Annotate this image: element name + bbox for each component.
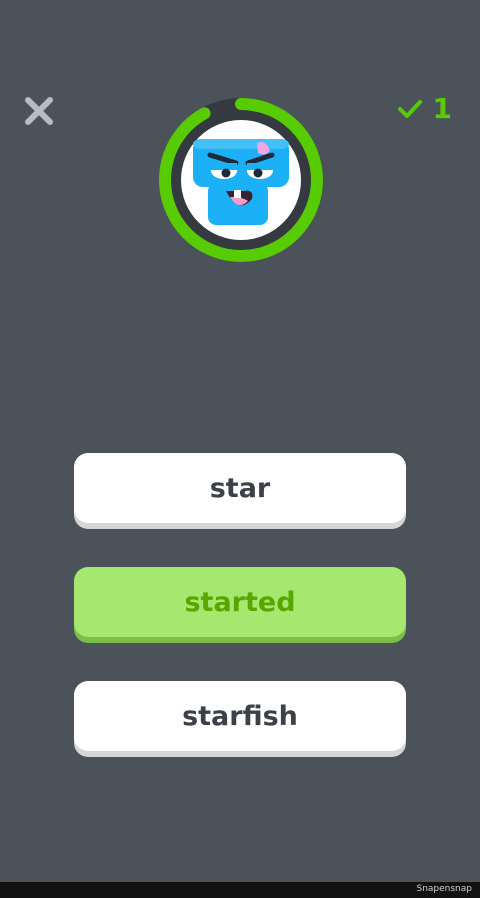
footer-bar: Snapensnap — [0, 882, 480, 898]
option-label: starfish — [182, 700, 298, 732]
option-started-selected[interactable]: started — [74, 567, 406, 637]
option-star[interactable]: star — [74, 453, 406, 523]
watermark-text: Snapensnap — [416, 884, 472, 894]
option-starfish[interactable]: starfish — [74, 681, 406, 751]
checkmark-icon — [397, 100, 422, 118]
option-label: star — [209, 472, 271, 504]
score-indicator: 1 — [397, 92, 452, 126]
option-label: started — [184, 586, 296, 618]
answer-options: star started starfish — [74, 453, 406, 795]
close-icon[interactable] — [22, 94, 56, 128]
score-count: 1 — [432, 92, 452, 125]
timer-ring — [159, 98, 323, 262]
